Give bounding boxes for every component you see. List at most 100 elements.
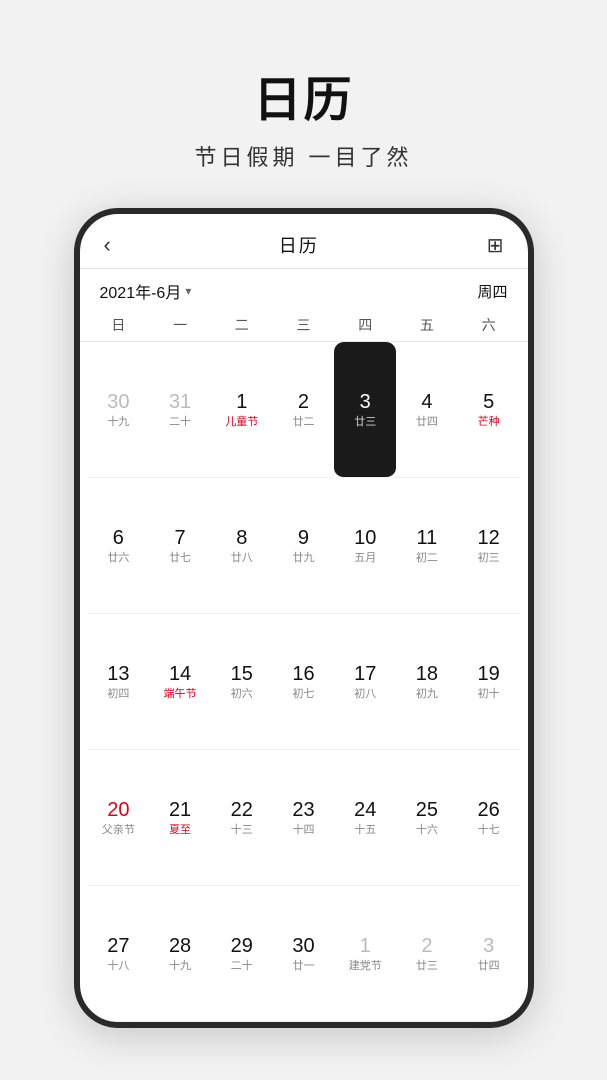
- day-sublabel: 十七: [478, 824, 500, 837]
- day-cell[interactable]: 27 十八: [88, 886, 150, 1022]
- month-label[interactable]: 2021年-6月 ▾: [100, 279, 192, 303]
- day-number: 24: [354, 798, 376, 822]
- weekday-header-cell: 六: [458, 309, 520, 341]
- day-number: 25: [416, 798, 438, 822]
- day-number: 26: [478, 798, 500, 822]
- day-sublabel: 十三: [231, 824, 253, 837]
- day-cell[interactable]: 2 廿二: [273, 342, 335, 478]
- day-number: 1: [360, 934, 371, 958]
- day-cell[interactable]: 25 十六: [396, 750, 458, 886]
- day-cell[interactable]: 7廿七: [149, 478, 211, 614]
- day-sublabel: 端午节: [164, 688, 197, 701]
- day-number: 4: [421, 390, 432, 414]
- day-number: 29: [231, 934, 253, 958]
- day-cell[interactable]: 2 廿三: [396, 886, 458, 1022]
- day-sublabel: 廿四: [478, 960, 500, 973]
- day-cell[interactable]: 11初二: [396, 478, 458, 614]
- day-number: 1: [236, 390, 247, 414]
- day-number: 19: [478, 662, 500, 686]
- day-sublabel: 十四: [292, 824, 314, 837]
- day-sublabel: 初八: [354, 688, 376, 701]
- day-number: 2: [421, 934, 432, 958]
- day-sublabel: 十八: [107, 960, 129, 973]
- month-text: 2021年-6月: [100, 279, 182, 303]
- day-sublabel: 廿三: [416, 960, 438, 973]
- day-cell[interactable]: 31 二十: [149, 342, 211, 478]
- day-sublabel: 二十: [231, 960, 253, 973]
- day-sublabel: 父亲节: [102, 824, 135, 837]
- day-cell[interactable]: 20 父亲节: [88, 750, 150, 886]
- day-cell[interactable]: 16初七: [273, 614, 335, 750]
- day-number: 5: [483, 390, 494, 414]
- day-sublabel: 二十: [169, 416, 191, 429]
- day-number: 31: [169, 390, 191, 414]
- day-number: 23: [292, 798, 314, 822]
- day-sublabel: 初三: [478, 552, 500, 565]
- day-cell[interactable]: 24十五: [334, 750, 396, 886]
- day-sublabel: 初四: [107, 688, 129, 701]
- day-number: 7: [175, 526, 186, 550]
- weekday-header-cell: 三: [273, 309, 335, 341]
- day-cell[interactable]: 3廿四: [458, 886, 520, 1022]
- day-cell[interactable]: 21夏至: [149, 750, 211, 886]
- day-cell[interactable]: 30 廿一: [273, 886, 335, 1022]
- calendar-grid-icon[interactable]: ⊞: [487, 233, 504, 258]
- day-cell[interactable]: 30十九: [88, 342, 150, 478]
- header: ‹ 日历 ⊞: [80, 214, 528, 269]
- day-sublabel: 儿童节: [225, 416, 258, 429]
- weekday-header: 日一二三四五六: [80, 309, 528, 342]
- day-number: 15: [231, 662, 253, 686]
- day-sublabel: 廿八: [231, 552, 253, 565]
- day-sublabel: 芒种: [478, 416, 500, 429]
- day-sublabel: 廿三: [354, 416, 376, 429]
- day-sublabel: 廿一: [292, 960, 314, 973]
- weekday-header-cell: 二: [211, 309, 273, 341]
- day-sublabel: 初十: [478, 688, 500, 701]
- day-number: 13: [107, 662, 129, 686]
- day-sublabel: 十六: [416, 824, 438, 837]
- day-number: 2: [298, 390, 309, 414]
- day-cell[interactable]: 9廿九: [273, 478, 335, 614]
- day-cell[interactable]: 4廿四: [396, 342, 458, 478]
- day-cell[interactable]: 6廿六: [88, 478, 150, 614]
- day-number: 20: [107, 798, 129, 822]
- day-number: 30: [292, 934, 314, 958]
- day-sublabel: 初七: [292, 688, 314, 701]
- day-cell[interactable]: 15 初六: [211, 614, 273, 750]
- day-cell[interactable]: 29 二十: [211, 886, 273, 1022]
- day-cell[interactable]: 26 十七: [458, 750, 520, 886]
- day-sublabel: 初九: [416, 688, 438, 701]
- day-cell[interactable]: 17 初八: [334, 614, 396, 750]
- day-cell[interactable]: 23 十四: [273, 750, 335, 886]
- day-cell[interactable]: 13 初四: [88, 614, 150, 750]
- day-number: 14: [169, 662, 191, 686]
- day-cell[interactable]: 22 十三: [211, 750, 273, 886]
- day-cell[interactable]: 3廿三: [334, 342, 396, 478]
- day-sublabel: 初六: [231, 688, 253, 701]
- day-number: 17: [354, 662, 376, 686]
- day-cell[interactable]: 8廿八: [211, 478, 273, 614]
- day-number: 9: [298, 526, 309, 550]
- day-sublabel: 五月: [354, 552, 376, 565]
- day-cell[interactable]: 12 初三: [458, 478, 520, 614]
- day-cell[interactable]: 1 儿童节: [211, 342, 273, 478]
- month-row: 2021年-6月 ▾ 周四: [80, 269, 528, 309]
- day-sublabel: 廿二: [292, 416, 314, 429]
- day-cell[interactable]: 10五月: [334, 478, 396, 614]
- day-number: 30: [107, 390, 129, 414]
- day-cell[interactable]: 18初九: [396, 614, 458, 750]
- day-cell[interactable]: 28十九: [149, 886, 211, 1022]
- day-cell[interactable]: 5 芒种: [458, 342, 520, 478]
- day-number: 22: [231, 798, 253, 822]
- day-cell[interactable]: 14 端午节: [149, 614, 211, 750]
- weekday-header-cell: 一: [149, 309, 211, 341]
- day-number: 21: [169, 798, 191, 822]
- day-number: 12: [478, 526, 500, 550]
- day-sublabel: 初二: [416, 552, 438, 565]
- day-cell[interactable]: 1建党节: [334, 886, 396, 1022]
- day-number: 28: [169, 934, 191, 958]
- weekday-header-cell: 四: [334, 309, 396, 341]
- back-button[interactable]: ‹: [104, 232, 111, 258]
- day-cell[interactable]: 19 初十: [458, 614, 520, 750]
- day-number: 27: [107, 934, 129, 958]
